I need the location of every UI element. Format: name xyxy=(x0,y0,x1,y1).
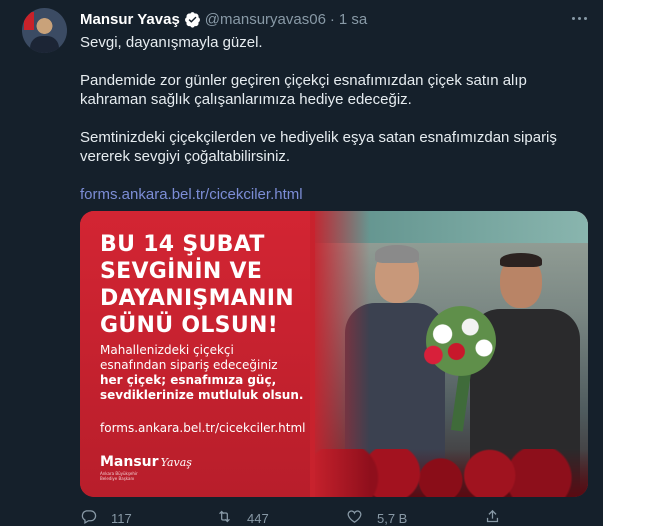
share-icon xyxy=(484,508,501,526)
tweet-header: Mansur Yavaş @mansuryavas06 · 1 sa xyxy=(80,9,367,29)
avatar-suit xyxy=(30,36,59,53)
reply-button[interactable]: 117 xyxy=(80,508,132,526)
heart-icon xyxy=(346,508,363,526)
card-body-line: Mahallenizdeki çiçekçi xyxy=(100,343,234,357)
author-name[interactable]: Mansur Yavaş xyxy=(80,11,180,28)
card-title: BU 14 ŞUBAT SEVGİNİN VE DAYANIŞMANIN GÜN… xyxy=(100,231,330,339)
card-body-line: esnafından sipariş edeceğiniz xyxy=(100,358,278,372)
tweet-actions: 117 447 5,7 B xyxy=(80,508,590,526)
card-body-bold-line: sevdiklerinize mutluluk olsun. xyxy=(100,388,304,402)
separator-dot: · xyxy=(329,10,335,28)
tweet-time[interactable]: 1 sa xyxy=(339,11,367,28)
photo-person-right-hair xyxy=(500,253,542,267)
tweet[interactable]: Mansur Yavaş @mansuryavas06 · 1 sa Sevgi… xyxy=(0,0,603,526)
photo-person-left-hair xyxy=(375,245,419,263)
bouquet-stem xyxy=(450,370,472,432)
media-card[interactable]: BU 14 ŞUBAT SEVGİNİN VE DAYANIŞMANIN GÜN… xyxy=(80,211,588,497)
logo-name: Mansur xyxy=(100,454,159,470)
retweet-button[interactable]: 447 xyxy=(216,508,269,526)
card-body: Mahallenizdeki çiçekçi esnafından sipari… xyxy=(100,343,330,403)
logo-subtitle: Belediye Başkanı xyxy=(100,476,135,481)
logo-script: Yavaş xyxy=(160,456,192,469)
more-icon[interactable] xyxy=(566,10,592,26)
bouquet xyxy=(415,306,507,376)
card-title-line: DAYANIŞMANIN xyxy=(100,286,295,311)
author-handle[interactable]: @mansuryavas06 xyxy=(205,11,326,28)
like-count: 5,7 B xyxy=(377,510,408,526)
tweet-paragraph-3: Semtinizdeki çiçekçilerden ve hediyelik … xyxy=(80,129,557,165)
card-logo: Mansur Yavaş Ankara Büyükşehir Belediye B… xyxy=(100,453,192,481)
tweet-paragraph-2: Pandemide zor günler geçiren çiçekçi esn… xyxy=(80,72,527,108)
card-title-line: GÜNÜ OLSUN! xyxy=(100,313,279,338)
card-url: forms.ankara.bel.tr/cicekciler.html xyxy=(100,421,306,435)
tweet-link[interactable]: forms.ankara.bel.tr/cicekciler.html xyxy=(80,186,303,203)
card-title-line: BU 14 ŞUBAT xyxy=(100,232,265,257)
retweet-icon xyxy=(216,508,233,526)
like-button[interactable]: 5,7 B xyxy=(346,508,407,526)
share-button[interactable] xyxy=(484,508,501,526)
reply-count: 117 xyxy=(111,510,132,526)
verified-badge-icon xyxy=(184,11,201,28)
card-body-bold-line: her çiçek; esnafımıza güç, xyxy=(100,373,277,387)
retweet-count: 447 xyxy=(247,510,269,526)
avatar-flag xyxy=(24,12,34,30)
avatar[interactable] xyxy=(22,8,67,53)
card-photo xyxy=(310,211,588,497)
tweet-text: Sevgi, dayanışmayla güzel. Pandemide zor… xyxy=(80,33,590,204)
tweet-paragraph-1: Sevgi, dayanışmayla güzel. xyxy=(80,34,263,51)
reply-icon xyxy=(80,508,97,526)
card-title-line: SEVGİNİN VE xyxy=(100,259,263,284)
